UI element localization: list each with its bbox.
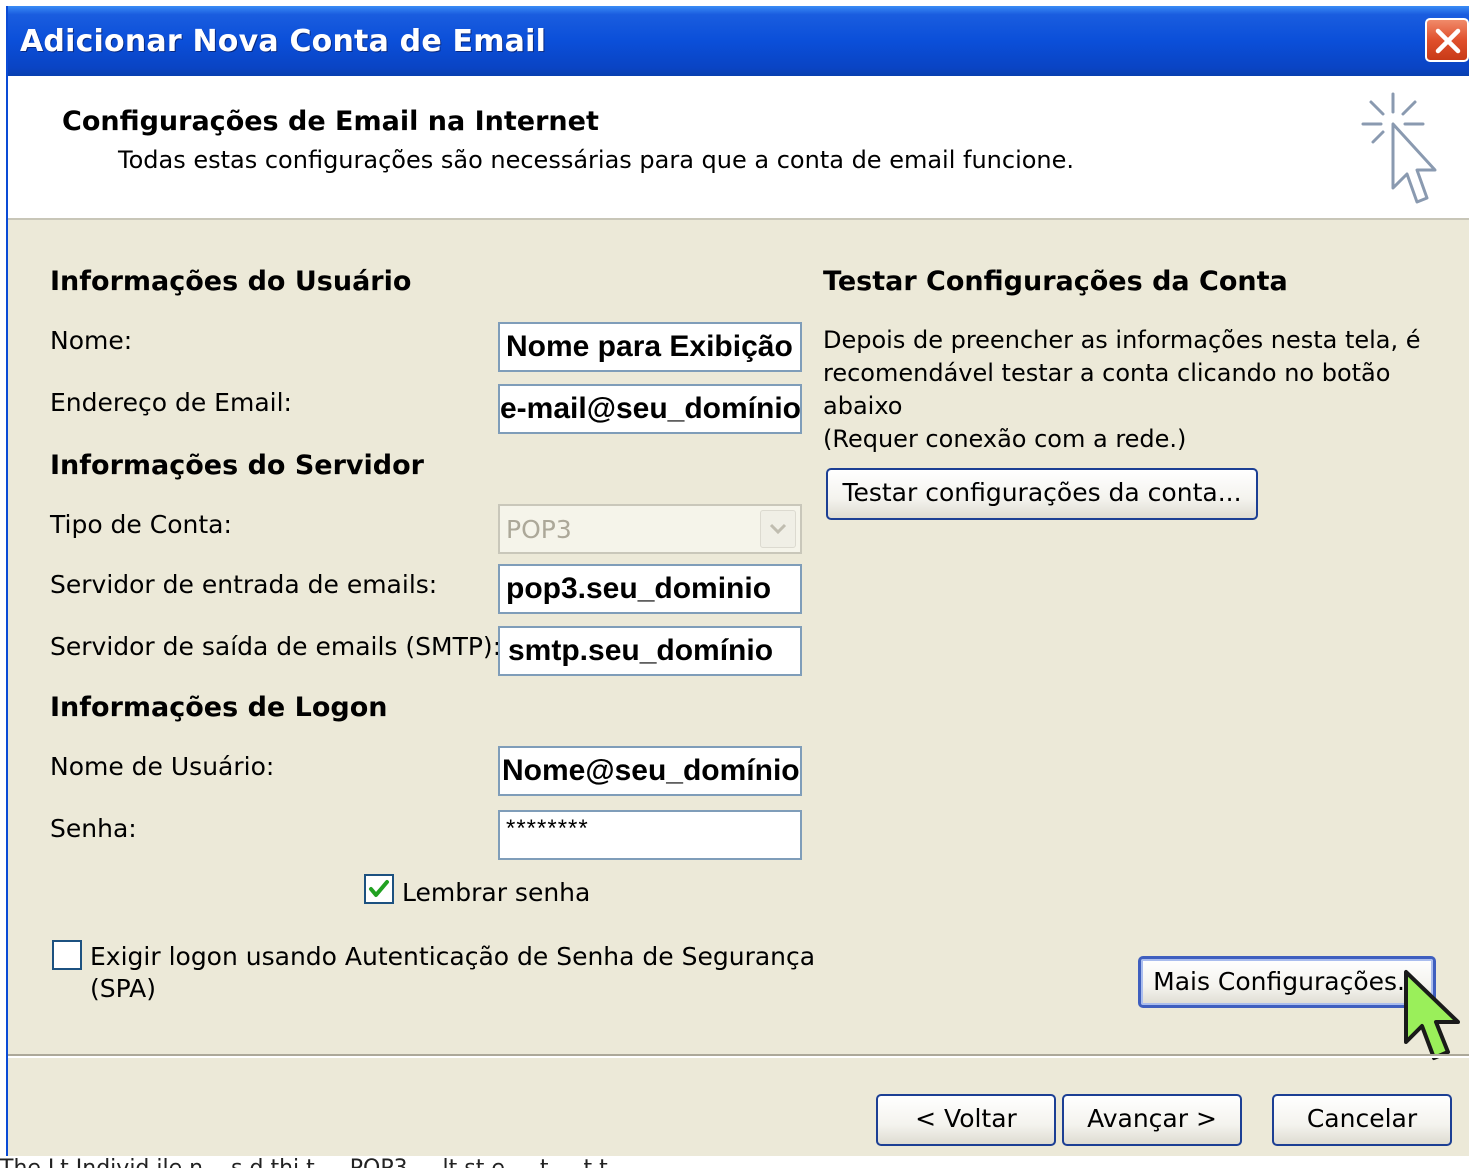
test-description-line3: (Requer conexão com a rede.)	[823, 425, 1187, 453]
account-type-value: POP3	[506, 515, 572, 544]
remember-password-label[interactable]: Lembrar senha	[402, 878, 590, 907]
dialog-window: Adicionar Nova Conta de Email Configuraç…	[6, 6, 1469, 1160]
title-bar[interactable]: Adicionar Nova Conta de Email	[8, 6, 1469, 76]
test-description-line1: Depois de preencher as informações nesta…	[823, 326, 1421, 354]
header-title: Configurações de Email na Internet	[62, 106, 599, 137]
window-title: Adicionar Nova Conta de Email	[20, 24, 547, 59]
username-field[interactable]: Nome@seu_domínio	[498, 746, 802, 796]
spa-checkbox[interactable]	[52, 940, 82, 970]
chevron-down-icon	[769, 523, 787, 535]
test-description: Depois de preencher as informações nesta…	[823, 324, 1468, 456]
remember-password-checkbox[interactable]	[364, 874, 394, 904]
header-subtitle: Todas estas configurações são necessária…	[118, 146, 1075, 174]
incoming-server-label: Servidor de entrada de emails:	[50, 570, 438, 599]
account-type-select[interactable]: POP3	[498, 504, 802, 554]
email-label: Endereço de Email:	[50, 388, 292, 417]
server-info-heading: Informações do Servidor	[50, 450, 424, 481]
account-type-label: Tipo de Conta:	[50, 510, 232, 539]
user-info-heading: Informações do Usuário	[50, 266, 412, 297]
next-button[interactable]: Avançar >	[1062, 1094, 1242, 1146]
more-settings-button[interactable]: Mais Configurações...	[1138, 956, 1436, 1008]
name-label: Nome:	[50, 326, 133, 355]
back-button[interactable]: < Voltar	[876, 1094, 1056, 1146]
image-caption: The Lt Individ ile n ...s d thi t ... PO…	[0, 1156, 1469, 1168]
mouse-pointer-icon	[1404, 970, 1460, 1060]
close-icon	[1435, 28, 1461, 54]
outgoing-server-label: Servidor de saída de emails (SMTP):	[50, 632, 502, 661]
password-label: Senha:	[50, 814, 137, 843]
password-field[interactable]: ********	[498, 810, 802, 860]
incoming-server-field[interactable]: pop3.seu_dominio	[498, 564, 802, 614]
outgoing-server-field[interactable]: smtp.seu_domínio	[498, 626, 802, 676]
spa-label-line1[interactable]: Exigir logon usando Autenticação de Senh…	[90, 942, 815, 971]
close-button[interactable]	[1425, 18, 1469, 62]
test-settings-heading: Testar Configurações da Conta	[823, 266, 1288, 297]
test-description-line2: recomendável testar a conta clicando no …	[823, 359, 1391, 420]
cancel-button[interactable]: Cancelar	[1272, 1094, 1452, 1146]
footer-divider	[8, 1054, 1469, 1058]
email-field[interactable]: e-mail@seu_domínio	[498, 384, 802, 434]
spa-label-line2[interactable]: (SPA)	[90, 974, 156, 1003]
name-field[interactable]: Nome para Exibição	[498, 322, 802, 372]
wizard-header: Configurações de Email na Internet Todas…	[8, 76, 1469, 220]
checkmark-icon	[369, 880, 389, 897]
logon-info-heading: Informações de Logon	[50, 692, 388, 723]
test-settings-button[interactable]: Testar configurações da conta...	[826, 468, 1258, 520]
username-label: Nome de Usuário:	[50, 752, 275, 781]
cursor-sparkle-icon	[1361, 92, 1437, 204]
dropdown-button[interactable]	[760, 510, 796, 548]
